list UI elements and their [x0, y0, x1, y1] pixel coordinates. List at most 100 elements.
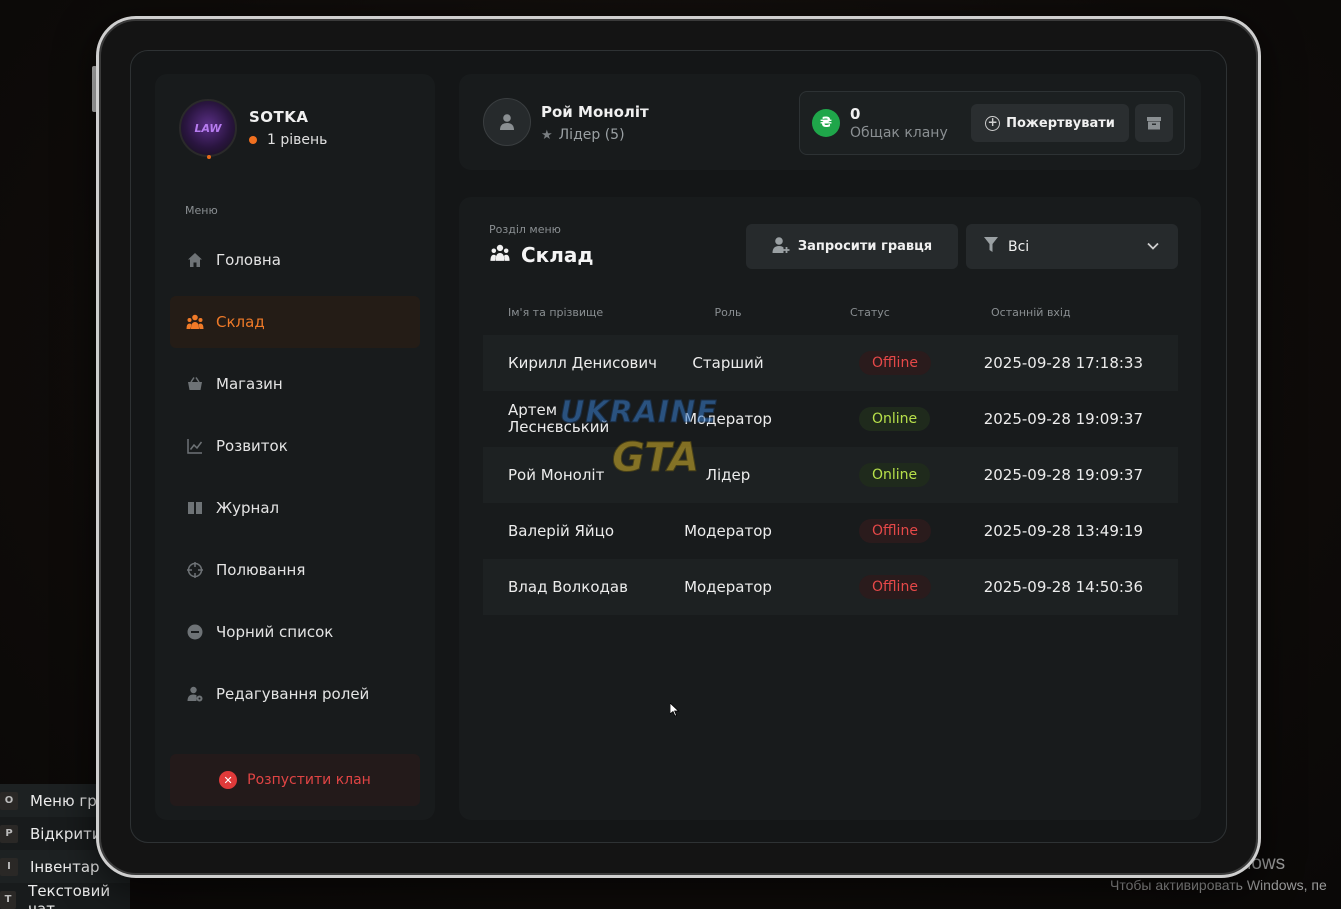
sidebar-item-label: Чорний список [216, 623, 334, 641]
activation-subtitle: Чтобы активировать Windows, пе [1110, 877, 1327, 893]
sidebar: LAW SOTKA 1 рівень Меню Головна Склад Ма… [155, 74, 435, 820]
clan-level: 1 рівень [249, 132, 327, 148]
hud-label: Інвентар [30, 857, 100, 876]
member-name: Артем Леснєвський [508, 401, 610, 436]
header-card: Рой Моноліт ★ Лідер (5) ₴ 0 Общак клану +… [459, 74, 1201, 170]
hud-label: Текстовий чат [28, 881, 111, 909]
sidebar-item-label: Розвиток [216, 437, 288, 455]
table-row[interactable]: Валерій Яйцо Модератор Offline 2025-09-2… [483, 503, 1178, 559]
clan-name: SOTKA [249, 108, 309, 126]
members-table: Ім'я та прізвище Роль Статус Останній вх… [483, 297, 1178, 615]
sidebar-item-hunting[interactable]: Полювання [170, 544, 420, 596]
sidebar-item-label: Редагування ролей [216, 685, 370, 703]
invite-label: Запросити гравця [797, 239, 933, 254]
archive-icon [1147, 117, 1161, 130]
role-filter-select[interactable]: Всі [966, 224, 1178, 269]
chart-icon [186, 437, 204, 455]
member-role: Модератор [684, 522, 772, 540]
status-badge: Offline [859, 575, 931, 599]
page-title: Склад [489, 243, 594, 267]
member-status: Offline [798, 519, 968, 543]
chevron-down-icon [1146, 239, 1160, 257]
table-row[interactable]: Кирилл Денисович Старший Offline 2025-09… [483, 335, 1178, 391]
member-name: Рой Моноліт [508, 465, 605, 484]
archive-button[interactable] [1135, 104, 1173, 142]
hud-row: T Текстовий чат [0, 881, 130, 909]
sidebar-item-journal[interactable]: Журнал [170, 482, 420, 534]
sidebar-item-development[interactable]: Розвиток [170, 420, 420, 472]
sidebar-item-label: Полювання [216, 561, 306, 579]
plus-circle-icon: + [985, 115, 1001, 131]
sidebar-item-label: Головна [216, 251, 281, 269]
avatar-logo-text: LAW [194, 121, 222, 135]
table-body: Кирилл Денисович Старший Offline 2025-09… [483, 335, 1178, 615]
leader-avatar [483, 98, 531, 146]
home-icon [186, 251, 204, 269]
level-dot-icon [249, 136, 257, 144]
hud-key: P [0, 824, 18, 843]
hud-label: Відкрити [30, 824, 102, 843]
hud-key: T [0, 890, 17, 909]
hud-key: I [0, 857, 18, 876]
sidebar-item-label: Магазин [216, 375, 283, 393]
member-last-login: 2025-09-28 17:18:33 [983, 354, 1143, 372]
hryvnia-coin-icon: ₴ [812, 109, 840, 137]
member-status: Offline [798, 575, 968, 599]
status-badge: Offline [859, 351, 931, 375]
table-row[interactable]: Влад Волкодав Модератор Offline 2025-09-… [483, 559, 1178, 615]
clan-level-text: 1 рівень [267, 132, 328, 148]
column-header-name: Ім'я та прізвище [508, 305, 604, 319]
roster-panel: Розділ меню Склад Запросити гравця Всі І… [459, 197, 1201, 820]
table-row[interactable]: Рой Моноліт Лідер Online 2025-09-28 19:0… [483, 447, 1178, 503]
member-status: Online [798, 407, 968, 431]
sidebar-item-label: Журнал [216, 499, 280, 517]
member-name: Влад Волкодав [508, 577, 628, 596]
column-header-role: Роль [714, 305, 742, 319]
sidebar-item-shop[interactable]: Магазин [170, 358, 420, 410]
member-name: Валерій Яйцо [508, 521, 615, 540]
column-header-last-login: Останній вхід [991, 305, 1071, 319]
sidebar-item-blacklist[interactable]: Чорний список [170, 606, 420, 658]
table-row[interactable]: Артем Леснєвський Модератор Online 2025-… [483, 391, 1178, 447]
sidebar-item-label: Склад [216, 313, 265, 331]
status-badge: Offline [859, 519, 931, 543]
donate-button[interactable]: + Пожертвувати [971, 104, 1129, 142]
crosshair-icon [186, 561, 204, 579]
member-role: Модератор [684, 410, 772, 428]
close-circle-icon: ✕ [219, 771, 238, 789]
basket-icon [186, 375, 204, 393]
book-icon [186, 499, 204, 517]
sidebar-menu: Головна Склад Магазин Розвиток Журнал По… [170, 234, 420, 730]
filter-value: Всі [1008, 238, 1030, 255]
clan-avatar: LAW [179, 99, 237, 159]
member-last-login: 2025-09-28 19:09:37 [983, 466, 1143, 484]
sidebar-item-edit-roles[interactable]: Редагування ролей [170, 668, 420, 720]
table-header: Ім'я та прізвище Роль Статус Останній вх… [483, 297, 1178, 327]
disband-label: Розпустити клан [247, 772, 371, 788]
users-icon [186, 313, 204, 331]
leader-name: Рой Моноліт [541, 103, 649, 121]
hud-key: O [0, 791, 18, 810]
sidebar-item-home[interactable]: Головна [170, 234, 420, 286]
profile-info: SOTKA 1 рівень [249, 108, 327, 148]
member-last-login: 2025-09-28 13:49:19 [983, 522, 1143, 540]
disband-clan-button[interactable]: ✕ Розпустити клан [170, 754, 420, 806]
member-role: Лідер [705, 466, 751, 484]
users-icon [489, 243, 511, 267]
user-gear-icon [186, 685, 204, 703]
user-icon [500, 114, 514, 130]
bank-label: Общак клану [850, 125, 948, 141]
star-icon: ★ [541, 127, 553, 143]
member-role: Модератор [684, 578, 772, 596]
leader-role: ★ Лідер (5) [541, 127, 625, 143]
member-name: Кирилл Денисович [508, 353, 657, 372]
invite-player-button[interactable]: Запросити гравця [746, 224, 958, 269]
leader-role-text: Лідер (5) [558, 127, 625, 143]
status-badge: Online [859, 407, 931, 431]
mouse-cursor-icon [669, 702, 680, 721]
menu-label: Меню [185, 204, 218, 217]
status-badge: Online [859, 463, 931, 487]
sidebar-item-roster[interactable]: Склад [170, 296, 420, 348]
hud-label: Меню гра [30, 791, 106, 810]
clan-profile: LAW SOTKA 1 рівень [179, 99, 327, 159]
